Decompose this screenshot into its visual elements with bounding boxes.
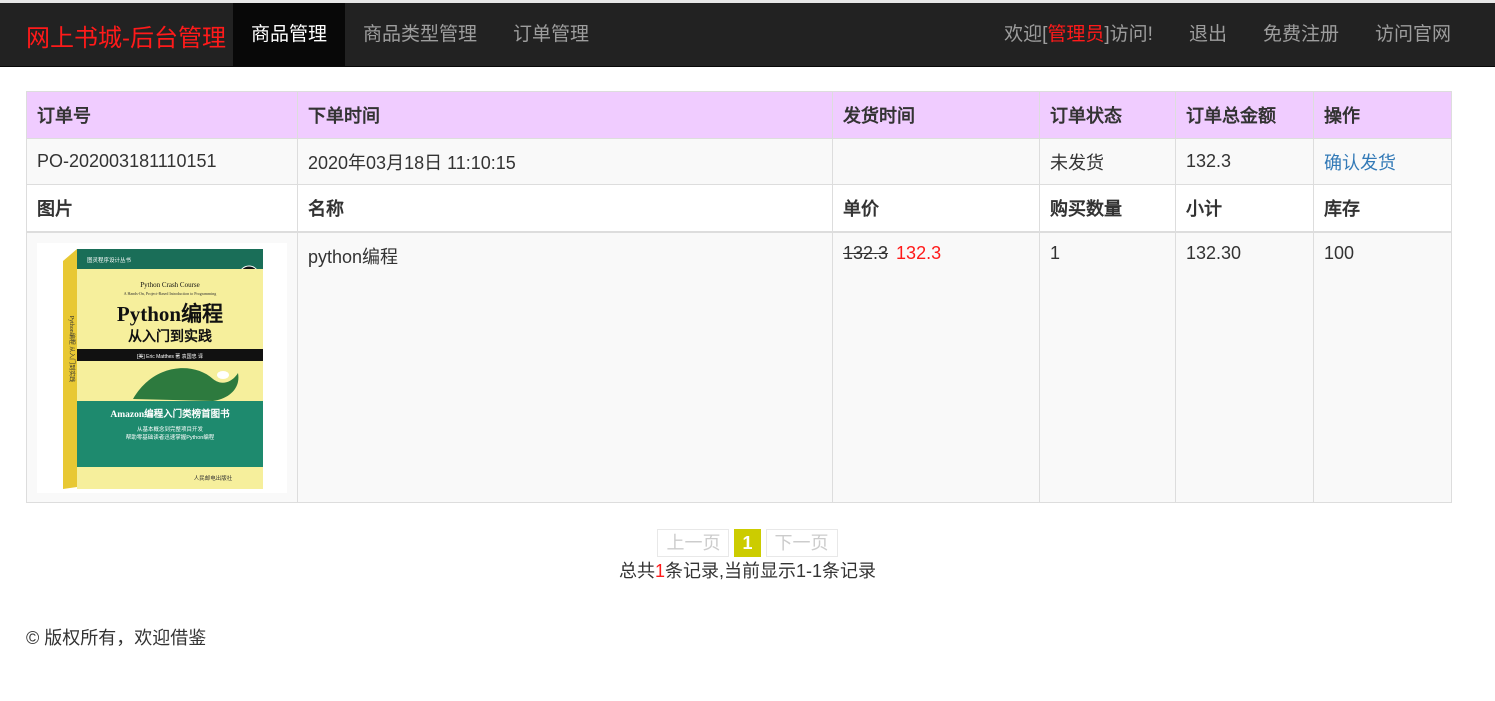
header-stock: 库存 — [1313, 184, 1452, 233]
main-nav: 商品管理 商品类型管理 订单管理 — [233, 3, 607, 66]
welcome-suffix: ]访问! — [1104, 24, 1153, 45]
item-quantity: 1 — [1039, 231, 1176, 503]
logout-link[interactable]: 退出 — [1171, 3, 1245, 66]
book-badge-text: Amazon编程入门类榜首图书 — [110, 408, 230, 420]
brand-logo[interactable]: 网上书城-后台管理 — [26, 18, 226, 53]
visit-site-link[interactable]: 访问官网 — [1357, 3, 1469, 66]
item-row: 图灵程序设计丛书 Python Crash Course A Hands-On,… — [26, 231, 1452, 503]
record-info-prefix: 总共 — [618, 561, 655, 581]
header-quantity: 购买数量 — [1039, 184, 1176, 233]
welcome-prefix: 欢迎[ — [1004, 24, 1048, 45]
book-tagline-2: 帮助零基础读者迅速掌握Python编程 — [126, 433, 215, 441]
nav-item-goods[interactable]: 商品管理 — [233, 3, 346, 66]
header-name: 名称 — [297, 184, 833, 233]
order-time: 2020年03月18日 11:10:15 — [297, 138, 833, 185]
book-cover-svg: 图灵程序设计丛书 Python Crash Course A Hands-On,… — [63, 248, 263, 489]
order-header-row: 订单号 下单时间 发货时间 订单状态 订单总金额 操作 — [26, 91, 1452, 139]
item-header-row: 图片 名称 单价 购买数量 小计 库存 — [26, 184, 1452, 233]
header-image: 图片 — [26, 184, 298, 233]
footer-copyright: © 版权所有，欢迎借鉴 — [26, 628, 207, 648]
book-bottom-band — [77, 466, 263, 489]
book-en-title: Python Crash Course — [140, 281, 200, 289]
item-name: python编程 — [297, 231, 833, 503]
item-image-cell: 图灵程序设计丛书 Python Crash Course A Hands-On,… — [26, 231, 298, 503]
record-count: 1 — [654, 561, 665, 581]
nav-item-orders[interactable]: 订单管理 — [495, 3, 607, 66]
admin-name: 管理员 — [1047, 24, 1105, 45]
next-page-button[interactable]: 下一页 — [765, 529, 838, 557]
order-row: PO-202003181110151 2020年03月18日 11:10:15 … — [26, 138, 1452, 185]
top-navbar: 网上书城-后台管理 商品管理 商品类型管理 订单管理 欢迎[管理员]访问! 退出… — [0, 3, 1495, 67]
order-total: 132.3 — [1175, 138, 1314, 185]
item-new-price: 132.3 — [896, 242, 942, 263]
welcome-text: 欢迎[管理员]访问! — [986, 3, 1171, 66]
item-subtotal: 132.30 — [1175, 231, 1314, 503]
book-publisher: 人民邮电出版社 — [194, 474, 233, 482]
prev-page-button[interactable]: 上一页 — [657, 529, 730, 557]
item-stock: 100 — [1313, 231, 1452, 503]
header-action: 操作 — [1313, 91, 1452, 139]
record-count-info: 总共1条记录,当前显示1-1条记录 — [0, 557, 1495, 583]
book-tagline-1: 从基本概念到完整项目开发 — [137, 425, 204, 433]
header-subtotal: 小计 — [1175, 184, 1314, 233]
ship-time — [832, 138, 1040, 185]
header-total: 订单总金额 — [1175, 91, 1314, 139]
user-nav: 欢迎[管理员]访问! 退出 免费注册 访问官网 — [986, 3, 1469, 66]
book-series: 图灵程序设计丛书 — [87, 256, 132, 264]
register-link[interactable]: 免费注册 — [1245, 3, 1357, 66]
record-info-suffix: 条记录,当前显示1-1条记录 — [665, 561, 877, 581]
current-page-button[interactable]: 1 — [734, 529, 761, 557]
book-cover-image: 图灵程序设计丛书 Python Crash Course A Hands-On,… — [37, 242, 287, 493]
order-action-cell: 确认发货 — [1313, 138, 1452, 185]
header-order-time: 下单时间 — [297, 91, 833, 139]
header-status: 订单状态 — [1039, 91, 1176, 139]
order-no: PO-202003181110151 — [26, 138, 298, 185]
book-author: [美] Eric Matthes 著 袁国忠 译 — [137, 353, 203, 360]
pagination: 上一页 1 下一页 — [0, 529, 1495, 557]
nav-item-goods-types[interactable]: 商品类型管理 — [345, 3, 495, 66]
order-table: 订单号 下单时间 发货时间 订单状态 订单总金额 操作 PO-202003181… — [26, 91, 1452, 503]
item-old-price: 132.3 — [843, 242, 889, 263]
book-spine-text: Python编程 从入门到实践 — [68, 315, 76, 382]
confirm-ship-link[interactable]: 确认发货 — [1324, 153, 1396, 173]
book-python-eye — [217, 370, 229, 379]
book-cover-title: Python编程 — [117, 302, 223, 326]
order-status: 未发货 — [1039, 138, 1176, 185]
header-order-no: 订单号 — [26, 91, 298, 139]
header-ship-time: 发货时间 — [832, 91, 1040, 139]
header-unit-price: 单价 — [832, 184, 1040, 233]
book-cover-subtitle: 从入门到实践 — [128, 328, 212, 345]
item-unit-price: 132.3 132.3 — [832, 231, 1040, 503]
